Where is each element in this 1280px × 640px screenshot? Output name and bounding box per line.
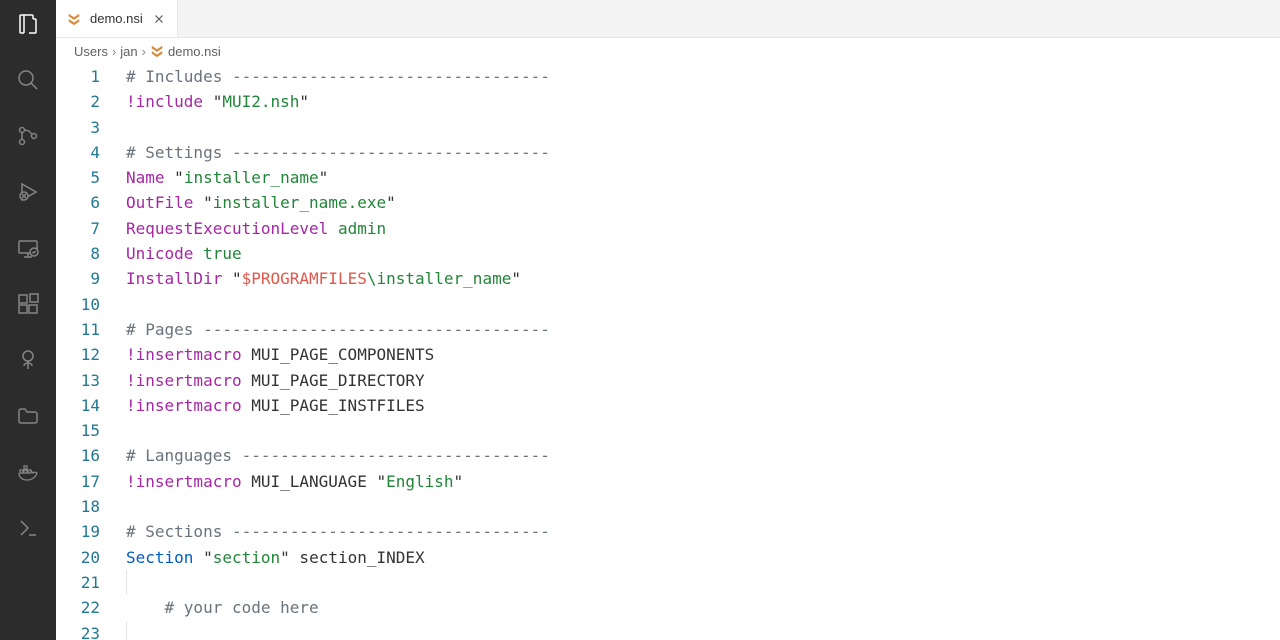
line-number: 3 bbox=[56, 115, 100, 140]
code-line[interactable] bbox=[126, 115, 1280, 140]
code-line[interactable]: !include "MUI2.nsh" bbox=[126, 89, 1280, 114]
chevron-right-icon: › bbox=[112, 44, 116, 59]
code-line[interactable]: # Pages --------------------------------… bbox=[126, 317, 1280, 342]
line-number: 8 bbox=[56, 241, 100, 266]
remote-icon[interactable] bbox=[14, 234, 42, 262]
breadcrumb-segment[interactable]: Users bbox=[74, 44, 108, 59]
code-content[interactable]: # Includes -----------------------------… bbox=[126, 64, 1280, 640]
code-line[interactable] bbox=[126, 621, 1280, 640]
code-editor[interactable]: 1234567891011121314151617181920212223 # … bbox=[56, 64, 1280, 640]
line-number: 16 bbox=[56, 443, 100, 468]
code-line[interactable]: # Includes -----------------------------… bbox=[126, 64, 1280, 89]
line-number: 22 bbox=[56, 595, 100, 620]
garden-icon[interactable] bbox=[14, 346, 42, 374]
line-number: 12 bbox=[56, 342, 100, 367]
code-line[interactable]: # Settings -----------------------------… bbox=[126, 140, 1280, 165]
line-number: 13 bbox=[56, 368, 100, 393]
code-line[interactable] bbox=[126, 494, 1280, 519]
terminal-icon[interactable] bbox=[14, 514, 42, 542]
line-number: 10 bbox=[56, 292, 100, 317]
line-number: 19 bbox=[56, 519, 100, 544]
line-number: 21 bbox=[56, 570, 100, 595]
editor-main: demo.nsi Users › jan › demo.nsi 12345678… bbox=[56, 0, 1280, 640]
line-number: 6 bbox=[56, 190, 100, 215]
line-number: 5 bbox=[56, 165, 100, 190]
line-number: 23 bbox=[56, 621, 100, 640]
line-number: 4 bbox=[56, 140, 100, 165]
code-line[interactable]: OutFile "installer_name.exe" bbox=[126, 190, 1280, 215]
run-debug-icon[interactable] bbox=[14, 178, 42, 206]
breadcrumb[interactable]: Users › jan › demo.nsi bbox=[56, 38, 1280, 64]
line-number: 17 bbox=[56, 469, 100, 494]
code-line[interactable]: # Languages ----------------------------… bbox=[126, 443, 1280, 468]
search-icon[interactable] bbox=[14, 66, 42, 94]
code-line[interactable]: !insertmacro MUI_LANGUAGE "English" bbox=[126, 469, 1280, 494]
line-number: 1 bbox=[56, 64, 100, 89]
code-line[interactable]: RequestExecutionLevel admin bbox=[126, 216, 1280, 241]
close-icon[interactable] bbox=[151, 11, 167, 27]
code-line[interactable]: Section "section" section_INDEX bbox=[126, 545, 1280, 570]
line-number: 11 bbox=[56, 317, 100, 342]
line-number: 9 bbox=[56, 266, 100, 291]
code-line[interactable]: !insertmacro MUI_PAGE_COMPONENTS bbox=[126, 342, 1280, 367]
line-number: 7 bbox=[56, 216, 100, 241]
nsi-file-icon bbox=[66, 11, 82, 27]
activity-bar bbox=[0, 0, 56, 640]
tab-filename: demo.nsi bbox=[90, 11, 143, 26]
line-number: 18 bbox=[56, 494, 100, 519]
source-control-icon[interactable] bbox=[14, 122, 42, 150]
code-line[interactable]: # Sections -----------------------------… bbox=[126, 519, 1280, 544]
line-number-gutter: 1234567891011121314151617181920212223 bbox=[56, 64, 126, 640]
line-number: 2 bbox=[56, 89, 100, 114]
folder-icon[interactable] bbox=[14, 402, 42, 430]
code-line[interactable]: Name "installer_name" bbox=[126, 165, 1280, 190]
chevron-right-icon: › bbox=[142, 44, 146, 59]
tab-demo-nsi[interactable]: demo.nsi bbox=[56, 0, 178, 37]
explorer-icon[interactable] bbox=[14, 10, 42, 38]
code-line[interactable]: Unicode true bbox=[126, 241, 1280, 266]
code-line[interactable]: !insertmacro MUI_PAGE_DIRECTORY bbox=[126, 368, 1280, 393]
breadcrumb-segment[interactable]: demo.nsi bbox=[168, 44, 221, 59]
extensions-icon[interactable] bbox=[14, 290, 42, 318]
breadcrumb-segment[interactable]: jan bbox=[120, 44, 137, 59]
line-number: 20 bbox=[56, 545, 100, 570]
code-line[interactable] bbox=[126, 292, 1280, 317]
line-number: 15 bbox=[56, 418, 100, 443]
docker-icon[interactable] bbox=[14, 458, 42, 486]
code-line[interactable] bbox=[126, 418, 1280, 443]
code-line[interactable]: # your code here bbox=[126, 595, 1280, 620]
nsi-file-icon bbox=[150, 44, 164, 58]
code-line[interactable]: !insertmacro MUI_PAGE_INSTFILES bbox=[126, 393, 1280, 418]
code-line[interactable] bbox=[126, 570, 1280, 595]
line-number: 14 bbox=[56, 393, 100, 418]
code-line[interactable]: InstallDir "$PROGRAMFILES\installer_name… bbox=[126, 266, 1280, 291]
tab-bar: demo.nsi bbox=[56, 0, 1280, 38]
